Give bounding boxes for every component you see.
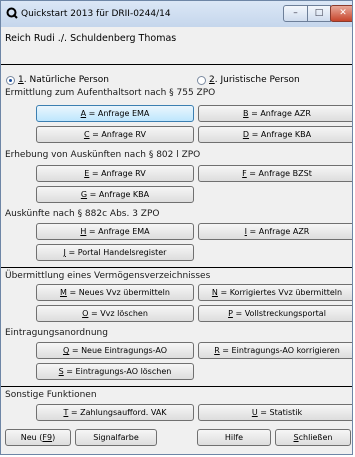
- minimize-icon: –: [293, 8, 298, 18]
- button-anfrage-azr[interactable]: B = Anfrage AZR: [198, 105, 352, 122]
- maximize-button[interactable]: □: [307, 5, 331, 22]
- button-vollstreckungsportal[interactable]: P = Vollstreckungsportal: [198, 305, 352, 322]
- section-label-vermoegen: Übermittlung eines Vermögensverzeichniss…: [5, 271, 211, 281]
- button-anfrage-rv[interactable]: C = Anfrage RV: [36, 126, 194, 143]
- case-parties: Reich Rudi ./. Schuldenberg Thomas: [5, 33, 177, 44]
- button-anfrage-kba[interactable]: D = Anfrage KBA: [198, 126, 352, 143]
- divider: [1, 64, 352, 65]
- radio-checked-icon: [6, 75, 15, 85]
- divider: [1, 267, 352, 268]
- quickstart-window: Quickstart 2013 für DRII-0244/14 – □ ✕ R…: [0, 0, 353, 455]
- section-label-aufenthalt: Ermittlung zum Aufenthaltsort nach § 755…: [5, 88, 216, 98]
- radio-natural-person[interactable]: 1. Natürliche Person: [6, 73, 109, 87]
- button-portal-handelsregister[interactable]: J = Portal Handelsregister: [36, 244, 194, 261]
- radio-unchecked-icon: [197, 75, 206, 85]
- maximize-icon: □: [314, 8, 324, 18]
- button-neues-vvz[interactable]: M = Neues Vvz übermitteln: [36, 284, 194, 301]
- button-neue-eintragungs-ao[interactable]: Q = Neue Eintragungs-AO: [36, 342, 194, 359]
- button-anfrage-ema-882[interactable]: H = Anfrage EMA: [36, 223, 194, 240]
- button-anfrage-azr-882[interactable]: I = Anfrage AZR: [198, 223, 352, 240]
- window-title: Quickstart 2013 für DRII-0244/14: [21, 9, 171, 19]
- close-icon: ✕: [339, 8, 347, 18]
- button-eintragungs-ao-loeschen[interactable]: S = Eintragungs-AO löschen: [36, 363, 194, 380]
- button-vvz-loeschen[interactable]: O = Vvz löschen: [36, 305, 194, 322]
- app-q-icon: [6, 7, 18, 19]
- section-label-auskuenfte-802: Erhebung von Auskünften nach § 802 l ZPO: [5, 150, 201, 160]
- close-dialog-button[interactable]: Schließen: [275, 429, 351, 446]
- button-anfrage-bzst[interactable]: F = Anfrage BZSt: [198, 165, 352, 182]
- radio-juristic-person[interactable]: 2. Juristische Person: [197, 73, 300, 87]
- button-anfrage-rv-802[interactable]: E = Anfrage RV: [36, 165, 194, 182]
- section-label-auskuenfte-882: Auskünfte nach § 882c Abs. 3 ZPO: [5, 209, 160, 219]
- minimize-button[interactable]: –: [283, 5, 308, 22]
- section-label-eintragung: Eintragungsanordnung: [5, 328, 108, 338]
- button-korrigiertes-vvz[interactable]: N = Korrigiertes Vvz übermitteln: [198, 284, 352, 301]
- help-button[interactable]: Hilfe: [197, 429, 271, 446]
- section-label-sonstige: Sonstige Funktionen: [5, 390, 97, 400]
- divider: [1, 386, 352, 387]
- button-eintragungs-ao-korrigieren[interactable]: R = Eintragungs-AO korrigieren: [198, 342, 352, 359]
- close-button[interactable]: ✕: [330, 5, 352, 22]
- button-zahlungsaufford-vak[interactable]: T = Zahlungsaufford. VAK: [36, 404, 194, 421]
- new-button[interactable]: Neu (F9): [5, 429, 71, 446]
- title-bar[interactable]: Quickstart 2013 für DRII-0244/14 – □ ✕: [1, 1, 352, 27]
- button-statistik[interactable]: U = Statistik: [198, 404, 352, 421]
- signal-color-button[interactable]: Signalfarbe: [75, 429, 157, 446]
- button-anfrage-ema[interactable]: A = Anfrage EMA: [36, 105, 194, 122]
- button-anfrage-kba-802[interactable]: G = Anfrage KBA: [36, 186, 194, 203]
